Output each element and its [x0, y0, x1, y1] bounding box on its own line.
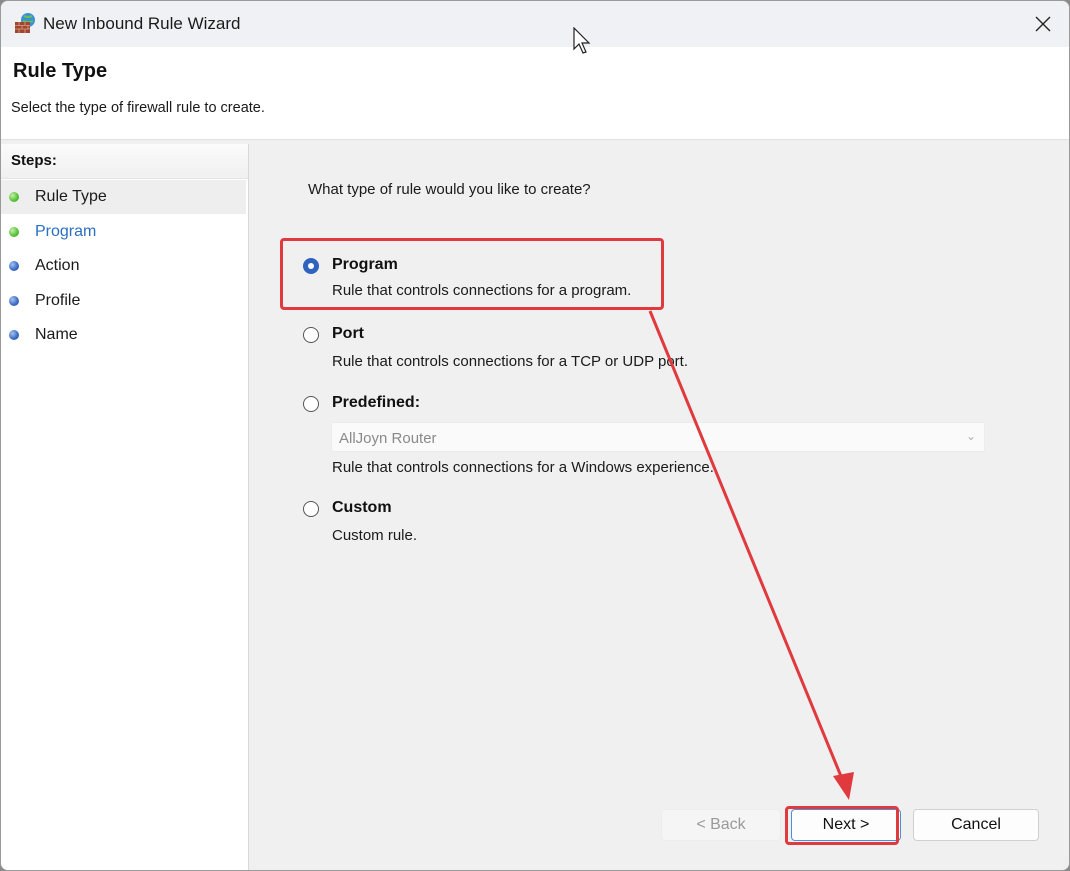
option-label[interactable]: Program	[332, 256, 398, 274]
option-label[interactable]: Custom	[332, 499, 392, 517]
steps-label: Steps:	[11, 152, 57, 169]
step-label: Profile	[35, 292, 81, 309]
radio-predefined[interactable]	[303, 396, 319, 412]
option-description: Rule that controls connections for a TCP…	[332, 353, 689, 370]
mouse-cursor-icon	[573, 27, 591, 54]
step-pending-icon	[9, 296, 19, 306]
next-button[interactable]: Next >	[791, 809, 901, 841]
wizard-window: New Inbound Rule Wizard Rule Type Select…	[0, 0, 1070, 871]
step-program[interactable]: Program	[1, 215, 246, 249]
close-icon	[1035, 16, 1051, 32]
radio-port[interactable]	[303, 327, 319, 343]
predefined-dropdown[interactable]: AllJoyn Router ⌄	[331, 422, 985, 452]
radio-custom[interactable]	[303, 501, 319, 517]
step-rule-type: Rule Type	[1, 180, 246, 214]
title-bar: New Inbound Rule Wizard	[1, 1, 1069, 47]
option-description: Custom rule.	[332, 527, 418, 544]
option-label[interactable]: Predefined:	[332, 394, 420, 412]
option-label[interactable]: Port	[332, 325, 364, 343]
chevron-down-icon: ⌄	[965, 429, 976, 443]
page-title: Rule Type	[13, 60, 108, 82]
steps-header: Steps:	[1, 144, 248, 179]
close-button[interactable]	[1017, 1, 1069, 47]
step-pending-icon	[9, 330, 19, 340]
option-description: Rule that controls connections for a Win…	[332, 459, 714, 476]
rule-type-question: What type of rule would you like to crea…	[308, 181, 591, 198]
radio-program[interactable]	[303, 258, 319, 274]
step-action: Action	[1, 249, 246, 283]
step-completed-icon	[9, 192, 19, 202]
content-panel: What type of rule would you like to crea…	[253, 144, 1069, 870]
step-label: Action	[35, 257, 80, 274]
firewall-globe-icon	[15, 13, 35, 33]
step-label[interactable]: Program	[35, 223, 96, 241]
step-profile: Profile	[1, 284, 246, 318]
option-description: Rule that controls connections for a pro…	[332, 282, 632, 299]
window-title: New Inbound Rule Wizard	[43, 14, 241, 33]
step-pending-icon	[9, 261, 19, 271]
wizard-header: Rule Type Select the type of firewall ru…	[1, 47, 1069, 140]
steps-panel: Steps: Rule Type Program Action Profile …	[1, 144, 249, 870]
step-name: Name	[1, 318, 246, 352]
step-label: Rule Type	[35, 188, 107, 205]
dropdown-value: AllJoyn Router	[339, 430, 437, 447]
page-subtitle: Select the type of firewall rule to crea…	[11, 100, 265, 116]
cancel-button[interactable]: Cancel	[913, 809, 1039, 841]
step-label: Name	[35, 326, 78, 343]
step-completed-icon	[9, 227, 19, 237]
back-button[interactable]: < Back	[661, 809, 781, 841]
